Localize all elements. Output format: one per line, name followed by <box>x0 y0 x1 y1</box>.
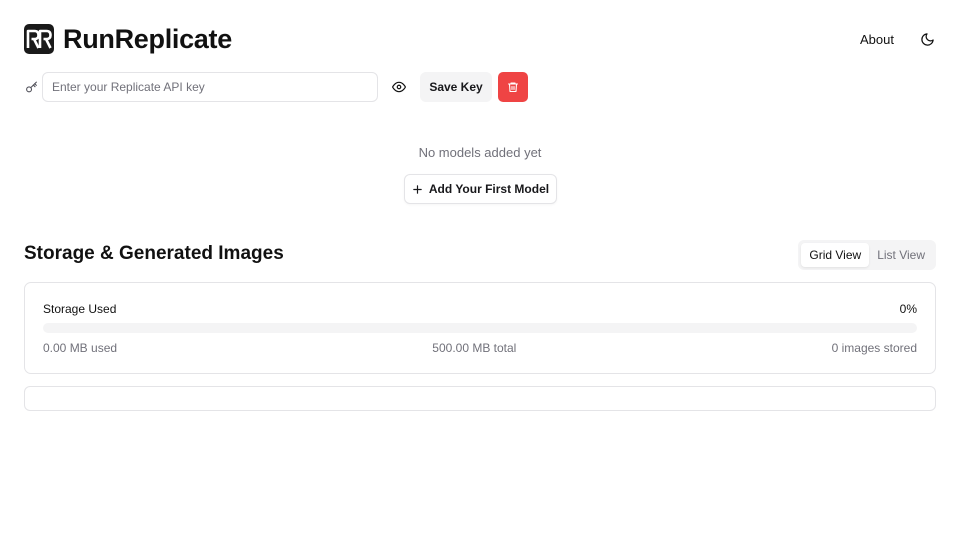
generated-images-panel <box>24 386 936 411</box>
about-link[interactable]: About <box>860 32 894 47</box>
storage-usage-card: Storage Used 0% 0.00 MB used 500.00 MB t… <box>24 282 936 374</box>
storage-stats: 0.00 MB used 500.00 MB total 0 images st… <box>43 341 917 355</box>
storage-percent: 0% <box>899 302 917 316</box>
trash-icon <box>507 82 519 93</box>
storage-section-title: Storage & Generated Images <box>24 243 284 264</box>
tab-list-view[interactable]: List View <box>869 243 933 267</box>
tab-grid-view[interactable]: Grid View <box>801 243 870 267</box>
api-key-row: Save Key <box>24 72 528 102</box>
images-count-text: 0 images stored <box>831 341 917 355</box>
app-title: RunReplicate <box>63 23 232 54</box>
view-mode-toggle: Grid View List View <box>798 240 936 270</box>
header-actions: About <box>860 26 940 52</box>
eye-icon <box>392 81 406 93</box>
no-models-message: No models added yet <box>418 145 542 160</box>
theme-toggle-button[interactable] <box>914 26 940 52</box>
app-header: RunReplicate About <box>24 22 936 56</box>
storage-used-label: Storage Used <box>43 302 117 316</box>
storage-used-text: 0.00 MB used <box>43 341 118 355</box>
storage-total-text: 500.00 MB total <box>432 341 517 355</box>
storage-progress-bar <box>43 323 917 333</box>
moon-icon <box>920 32 934 46</box>
brand[interactable]: RunReplicate <box>24 24 232 55</box>
add-first-model-label: Add Your First Model <box>428 182 550 196</box>
delete-key-button[interactable] <box>498 72 528 102</box>
key-icon <box>24 80 38 94</box>
add-first-model-button[interactable]: Add Your First Model <box>404 174 557 204</box>
api-key-input[interactable] <box>42 72 378 102</box>
plus-icon <box>413 184 422 194</box>
runreplicate-logo-icon <box>24 24 54 54</box>
toggle-key-visibility-button[interactable] <box>384 72 414 102</box>
save-key-button[interactable]: Save Key <box>420 72 492 102</box>
